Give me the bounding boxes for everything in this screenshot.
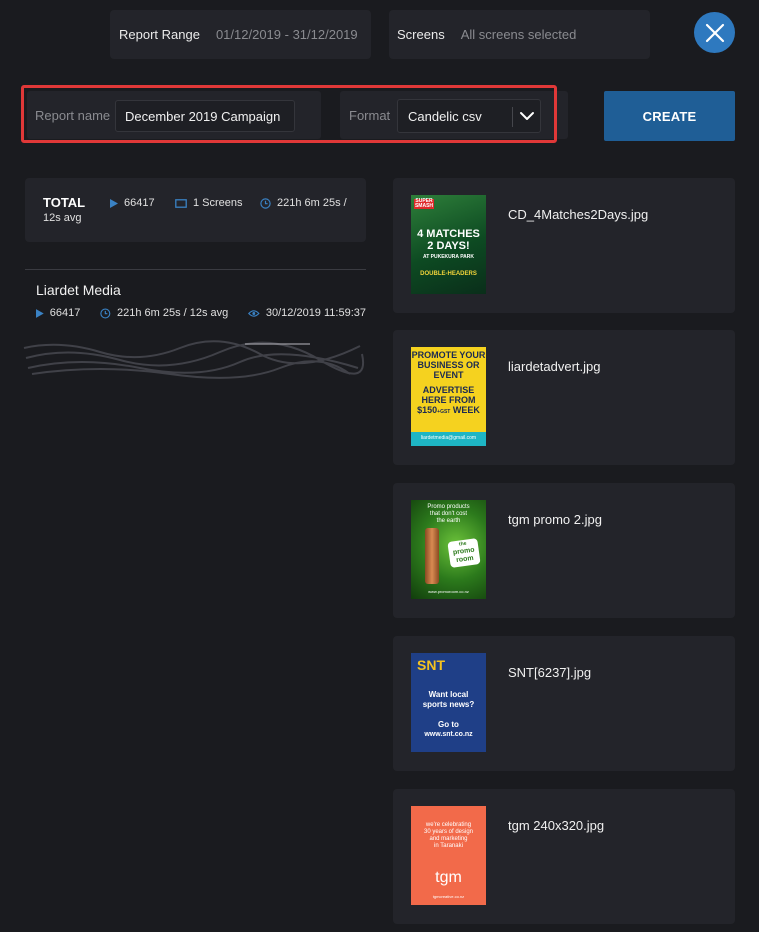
- asset-filename: tgm promo 2.jpg: [508, 512, 602, 527]
- create-button[interactable]: CREATE: [604, 91, 735, 141]
- report-range-label: Report Range: [119, 27, 200, 42]
- asset-thumbnail: we're celebrating 30 years of design and…: [411, 806, 486, 905]
- totals-plays-value: 66417: [124, 197, 155, 209]
- asset-filename: CD_4Matches2Days.jpg: [508, 207, 649, 222]
- totals-screens: 1 Screens: [175, 197, 243, 209]
- screens-value: All screens selected: [460, 27, 577, 42]
- totals-plays: 66417: [110, 197, 155, 209]
- report-range-value: 01/12/2019 - 31/12/2019: [215, 27, 358, 42]
- clock-icon: [260, 197, 271, 209]
- media-last-seen: 30/12/2019 11:59:37: [265, 307, 366, 319]
- highlight-frame: [21, 85, 557, 143]
- asset-card[interactable]: PROMOTE YOUR BUSINESS OR EVENT ADVERTISE…: [393, 330, 735, 465]
- asset-thumbnail: PROMOTE YOUR BUSINESS OR EVENT ADVERTISE…: [411, 347, 486, 446]
- screens-filter[interactable]: Screens All screens selected: [389, 10, 650, 59]
- screen-icon: [175, 198, 187, 208]
- close-icon: [705, 23, 724, 42]
- totals-title: TOTAL: [43, 195, 86, 210]
- asset-thumbnail: SUPER SMASH 4 MATCHES 2 DAYS! AT PUKEKUR…: [411, 195, 486, 294]
- media-duration: 221h 6m 25s / 12s avg: [116, 307, 229, 319]
- totals-duration: 221h 6m 25s /: [260, 197, 347, 209]
- asset-filename: tgm 240x320.jpg: [508, 818, 605, 833]
- asset-filename: liardetadvert.jpg: [508, 359, 601, 374]
- media-name: Liardet Media: [36, 282, 121, 298]
- redacted-scribble: [23, 340, 365, 379]
- eye-icon: [248, 309, 260, 317]
- close-button[interactable]: [694, 12, 735, 53]
- play-icon: [36, 308, 44, 318]
- asset-card[interactable]: SUPER SMASH 4 MATCHES 2 DAYS! AT PUKEKUR…: [393, 178, 735, 313]
- play-icon: [110, 198, 118, 208]
- asset-card[interactable]: we're celebrating 30 years of design and…: [393, 789, 735, 924]
- media-stats: 66417 221h 6m 25s / 12s avg 30/12/2019 1…: [36, 307, 366, 319]
- media-plays: 66417: [49, 307, 81, 319]
- screens-label: Screens: [397, 27, 445, 42]
- asset-filename: SNT[6237].jpg: [508, 665, 592, 680]
- totals-card: TOTAL 66417 1 Screens 221h 6m 25s / 12s …: [25, 178, 366, 242]
- asset-card[interactable]: SNT Want local sports news? Go to www.sn…: [393, 636, 735, 771]
- asset-thumbnail: Promo products that don't cost the earth…: [411, 500, 486, 599]
- report-range-filter[interactable]: Report Range 01/12/2019 - 31/12/2019: [110, 10, 371, 59]
- clock-icon: [100, 307, 111, 319]
- totals-avg: 12s avg: [43, 212, 82, 224]
- totals-screens-value: 1 Screens: [193, 197, 243, 209]
- divider: [25, 269, 366, 270]
- totals-duration-value: 221h 6m 25s /: [277, 197, 347, 209]
- asset-thumbnail: SNT Want local sports news? Go to www.sn…: [411, 653, 486, 752]
- asset-card[interactable]: Promo products that don't cost the earth…: [393, 483, 735, 618]
